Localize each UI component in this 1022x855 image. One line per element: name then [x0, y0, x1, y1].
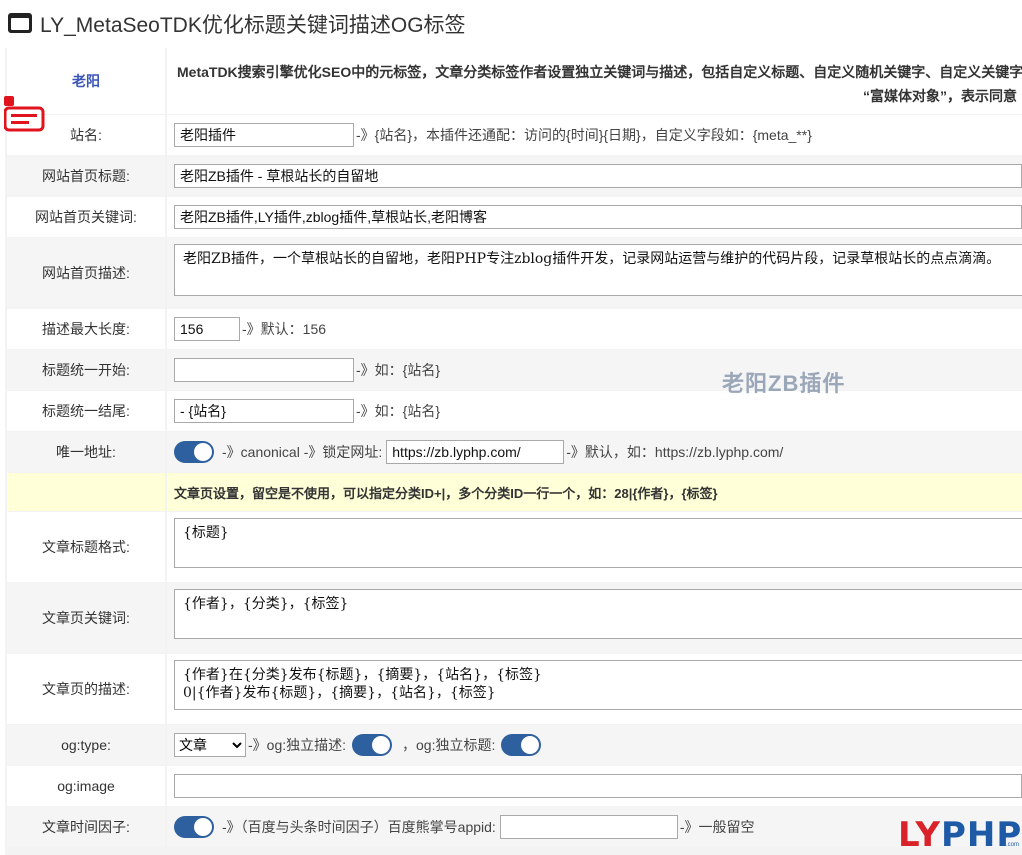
- intro-row: 老阳 MetaTDK搜索引擎优化SEO中的元标签，文章分类标签作者设置独立关键词…: [5, 48, 1022, 114]
- home-keywords-input[interactable]: [174, 205, 1022, 229]
- row-article-keywords: 文章页关键词: {作者}，{分类}，{标签}: [5, 583, 1022, 653]
- row-site-name: 站名: -》{站名}，本插件还通配：访问的{时间}{日期}，自定义字段如：{me…: [5, 115, 1022, 155]
- canonical-hint: -》canonical -》锁定网址:: [222, 444, 383, 460]
- time-factor-toggle[interactable]: [174, 816, 214, 838]
- title-suffix-input[interactable]: [174, 399, 354, 423]
- home-title-label: 网站首页标题:: [7, 156, 165, 196]
- article-keywords-textarea[interactable]: {作者}，{分类}，{标签}: [174, 589, 1022, 639]
- og-type-label: og:type:: [7, 725, 165, 765]
- intro-text: MetaTDK搜索引擎优化SEO中的元标签，文章分类标签作者设置独立关键词与描述…: [177, 64, 1022, 80]
- home-desc-textarea[interactable]: 老阳ZB插件，一个草根站长的自留地，老阳PHP专注zblog插件开发，记录网站运…: [174, 244, 1022, 296]
- home-keywords-label: 网站首页关键词:: [7, 197, 165, 237]
- article-desc-textarea[interactable]: {作者}在{分类}发布{标题}，{摘要}，{站名}，{标签} 0|{作者}发布{…: [174, 660, 1022, 710]
- floating-menu-icon[interactable]: [4, 96, 46, 134]
- article-note-text: 文章页设置，留空是不使用，可以指定分类ID+|，多个分类ID一行一个，如：28|…: [174, 485, 718, 501]
- og-desc-hint: -》og:独立描述:: [248, 737, 347, 753]
- page-title: LY_MetaSeoTDK优化标题关键词描述OG标签: [40, 14, 466, 37]
- desc-maxlen-label: 描述最大长度:: [7, 309, 165, 349]
- baidu-appid-input[interactable]: [499, 815, 678, 839]
- settings-table: 老阳 MetaTDK搜索引擎优化SEO中的元标签，文章分类标签作者设置独立关键词…: [5, 48, 1022, 855]
- home-title-input[interactable]: [174, 164, 1022, 188]
- title-suffix-hint: -》如：{站名}: [356, 403, 441, 419]
- row-article-title: 文章标题格式: {标题}: [5, 512, 1022, 582]
- row-og-type: og:type: 文章 -》og:独立描述: ，og:独立标题:: [5, 725, 1022, 765]
- site-name-hint: -》{站名}，本插件还通配：访问的{时间}{日期}，自定义字段如：{meta_*…: [356, 127, 812, 143]
- row-title-prefix: 标题统一开始: -》如：{站名}: [5, 350, 1022, 390]
- desc-maxlen-input[interactable]: [174, 317, 240, 341]
- row-article-note: 文章页设置，留空是不使用，可以指定分类ID+|，多个分类ID一行一个，如：28|…: [5, 473, 1022, 511]
- article-title-label: 文章标题格式:: [7, 512, 165, 582]
- canonical-url-input[interactable]: [386, 440, 565, 464]
- row-desc-maxlen: 描述最大长度: -》默认：156: [5, 309, 1022, 349]
- home-desc-label: 网站首页描述:: [7, 238, 165, 308]
- time-factor-label: 文章时间因子:: [7, 807, 165, 847]
- site-name-input[interactable]: [174, 123, 354, 147]
- og-type-select[interactable]: 文章: [174, 733, 246, 757]
- canonical-toggle[interactable]: [174, 441, 214, 463]
- row-home-keywords: 网站首页关键词:: [5, 197, 1022, 237]
- desc-maxlen-hint: -》默认：156: [242, 321, 327, 337]
- title-prefix-hint: -》如：{站名}: [356, 362, 441, 378]
- title-prefix-label: 标题统一开始:: [7, 350, 165, 390]
- row-title-suffix: 标题统一结尾: -》如：{站名}: [5, 391, 1022, 431]
- row-article-desc: 文章页的描述: {作者}在{分类}发布{标题}，{摘要}，{站名}，{标签} 0…: [5, 654, 1022, 724]
- title-prefix-input[interactable]: [174, 358, 354, 382]
- title-bar: LY_MetaSeoTDK优化标题关键词描述OG标签: [0, 0, 1022, 48]
- row-canonical: 唯一地址: -》canonical -》锁定网址: -》默认，如：https:/…: [5, 432, 1022, 472]
- article-title-textarea[interactable]: {标题}: [174, 518, 1022, 568]
- brand-logo: LYPHP: [898, 815, 1022, 855]
- window-icon: [8, 13, 32, 33]
- og-desc-toggle[interactable]: [352, 734, 393, 756]
- intro-text-2: “富媒体对象”，表示同意: [863, 88, 1017, 104]
- og-title-hint: ，og:独立标题:: [402, 737, 496, 753]
- canonical-label: 唯一地址:: [7, 432, 165, 472]
- row-time-factor: 文章时间因子: -》（百度与头条时间因子）百度熊掌号appid: -》一般留空: [5, 807, 1022, 847]
- article-keywords-label: 文章页关键词:: [7, 583, 165, 653]
- title-suffix-label: 标题统一结尾:: [7, 391, 165, 431]
- row-home-title: 网站首页标题:: [5, 156, 1022, 196]
- canonical-default-hint: -》默认，如：https://zb.lyphp.com/: [566, 444, 784, 460]
- og-title-toggle[interactable]: [501, 734, 542, 756]
- time-factor-hint: -》（百度与头条时间因子）百度熊掌号appid:: [222, 819, 496, 835]
- row-home-desc: 网站首页描述: 老阳ZB插件，一个草根站长的自留地，老阳PHP专注zblog插件…: [5, 238, 1022, 308]
- og-image-label: og:image: [7, 766, 165, 806]
- row-og-image: og:image: [5, 766, 1022, 806]
- time-factor-hint-2: -》一般留空: [679, 819, 755, 835]
- og-image-input[interactable]: [174, 774, 1022, 798]
- watermark-text: 老阳ZB插件: [722, 371, 846, 396]
- article-desc-label: 文章页的描述:: [7, 654, 165, 724]
- brand-logo-suffix: .com: [1006, 842, 1020, 848]
